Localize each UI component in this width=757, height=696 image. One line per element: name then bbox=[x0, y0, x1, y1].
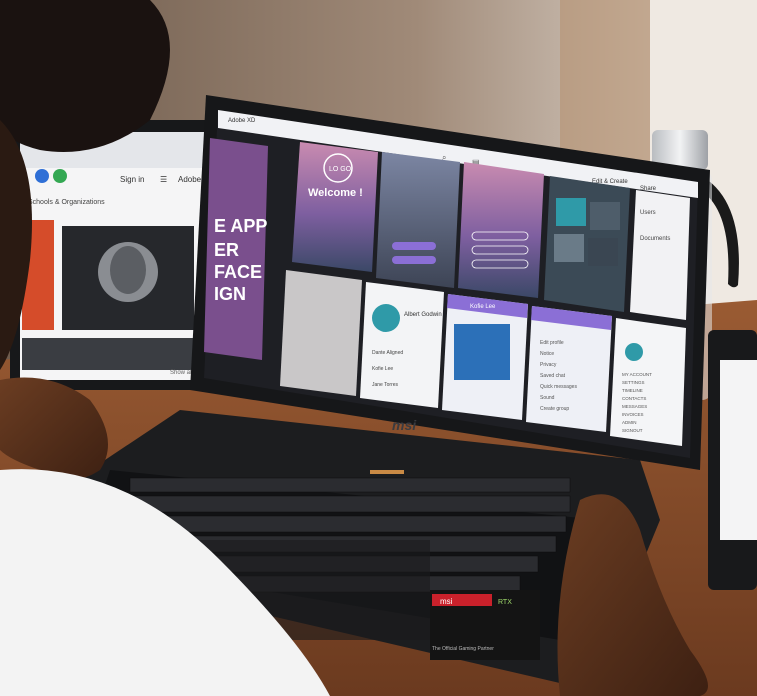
poster-line-1: E APP bbox=[214, 216, 267, 236]
side-signout[interactable]: SIGNOUT bbox=[622, 428, 643, 433]
photo-scene: Sign in ☰ Adobe Schools & Organizations … bbox=[0, 0, 757, 696]
logo-text: LO GO bbox=[329, 166, 352, 173]
signup-button[interactable] bbox=[392, 242, 436, 250]
profile-avatar bbox=[372, 304, 400, 332]
side-timeline[interactable]: TIMELINE bbox=[622, 388, 643, 393]
side-invoices[interactable]: INVOICES bbox=[622, 412, 644, 417]
google-icon bbox=[53, 169, 67, 183]
grid-tile-4[interactable] bbox=[588, 238, 618, 266]
menu-sound[interactable]: Sound bbox=[540, 395, 555, 401]
grid-tile-3[interactable] bbox=[554, 234, 584, 262]
artboard-profile[interactable] bbox=[360, 282, 444, 408]
sign-in-link[interactable]: Sign in bbox=[120, 175, 144, 184]
show-all-link[interactable]: Show all bbox=[170, 370, 193, 376]
side-settings[interactable]: SETTINGS bbox=[622, 380, 645, 385]
poster-line-2: ER bbox=[214, 240, 239, 260]
apps-grid-icon[interactable]: ☰ bbox=[160, 175, 167, 184]
poster-line-4: IGN bbox=[214, 284, 246, 304]
menu-quick-messages[interactable]: Quick messages bbox=[540, 384, 577, 390]
chat-contact-name: Kofie Lee bbox=[470, 304, 496, 310]
adobe-link[interactable]: Adobe bbox=[178, 175, 202, 184]
poster-line-3: FACE bbox=[214, 262, 262, 282]
artboard-blur[interactable] bbox=[280, 270, 362, 396]
power-led bbox=[370, 470, 404, 474]
list-item-3[interactable]: Jane Torres bbox=[372, 382, 399, 388]
facebook-icon bbox=[35, 169, 49, 183]
right-tablet-screen bbox=[720, 360, 757, 540]
menu-create-group[interactable]: Create group bbox=[540, 406, 569, 412]
artboard-login[interactable] bbox=[458, 162, 544, 298]
msi-logo: msi bbox=[392, 417, 417, 433]
artboard-rocks[interactable] bbox=[376, 152, 460, 288]
right-strip-users: Users bbox=[640, 210, 656, 216]
photo-canvas: Sign in ☰ Adobe Schools & Organizations … bbox=[0, 0, 757, 696]
xd-app-title: Adobe XD bbox=[228, 118, 256, 124]
section-title: Schools & Organizations bbox=[28, 199, 105, 206]
left-monitor: Sign in ☰ Adobe Schools & Organizations … bbox=[10, 120, 215, 390]
side-admin[interactable]: ADMIN bbox=[622, 420, 637, 425]
grid-tile-2[interactable] bbox=[590, 202, 620, 230]
side-contacts[interactable]: CONTACTS bbox=[622, 396, 646, 401]
welcome-title: Welcome ! bbox=[308, 187, 363, 199]
grid-tile-1[interactable] bbox=[556, 198, 586, 226]
chat-image[interactable] bbox=[454, 324, 510, 380]
menu-notice[interactable]: Notice bbox=[540, 351, 554, 357]
list-item-1[interactable]: Dante Aligned bbox=[372, 350, 403, 356]
sticker-partner-text: The Official Gaming Partner bbox=[432, 646, 494, 652]
menu-privacy[interactable]: Privacy bbox=[540, 362, 557, 368]
profile-name: Albert Godwin bbox=[404, 312, 442, 318]
side-my-account[interactable]: MY ACCOUNT bbox=[622, 372, 652, 377]
artboard-right-strip[interactable] bbox=[630, 190, 690, 320]
sticker-msi-text: msi bbox=[440, 597, 453, 606]
menu-edit-profile[interactable]: Edit profile bbox=[540, 340, 564, 346]
menu-saved-chat[interactable]: Saved chat bbox=[540, 373, 566, 379]
side-menu-avatar bbox=[625, 343, 643, 361]
list-item-2[interactable]: Kofie Lee bbox=[372, 366, 393, 372]
sticker-rtx-text: RTX bbox=[498, 599, 512, 606]
bottom-thumbnail-row[interactable] bbox=[22, 338, 202, 370]
side-messages[interactable]: MESSAGES bbox=[622, 404, 647, 409]
artboard-welcome[interactable] bbox=[292, 142, 378, 272]
login-button[interactable] bbox=[392, 256, 436, 264]
right-strip-documents: Documents bbox=[640, 236, 670, 242]
